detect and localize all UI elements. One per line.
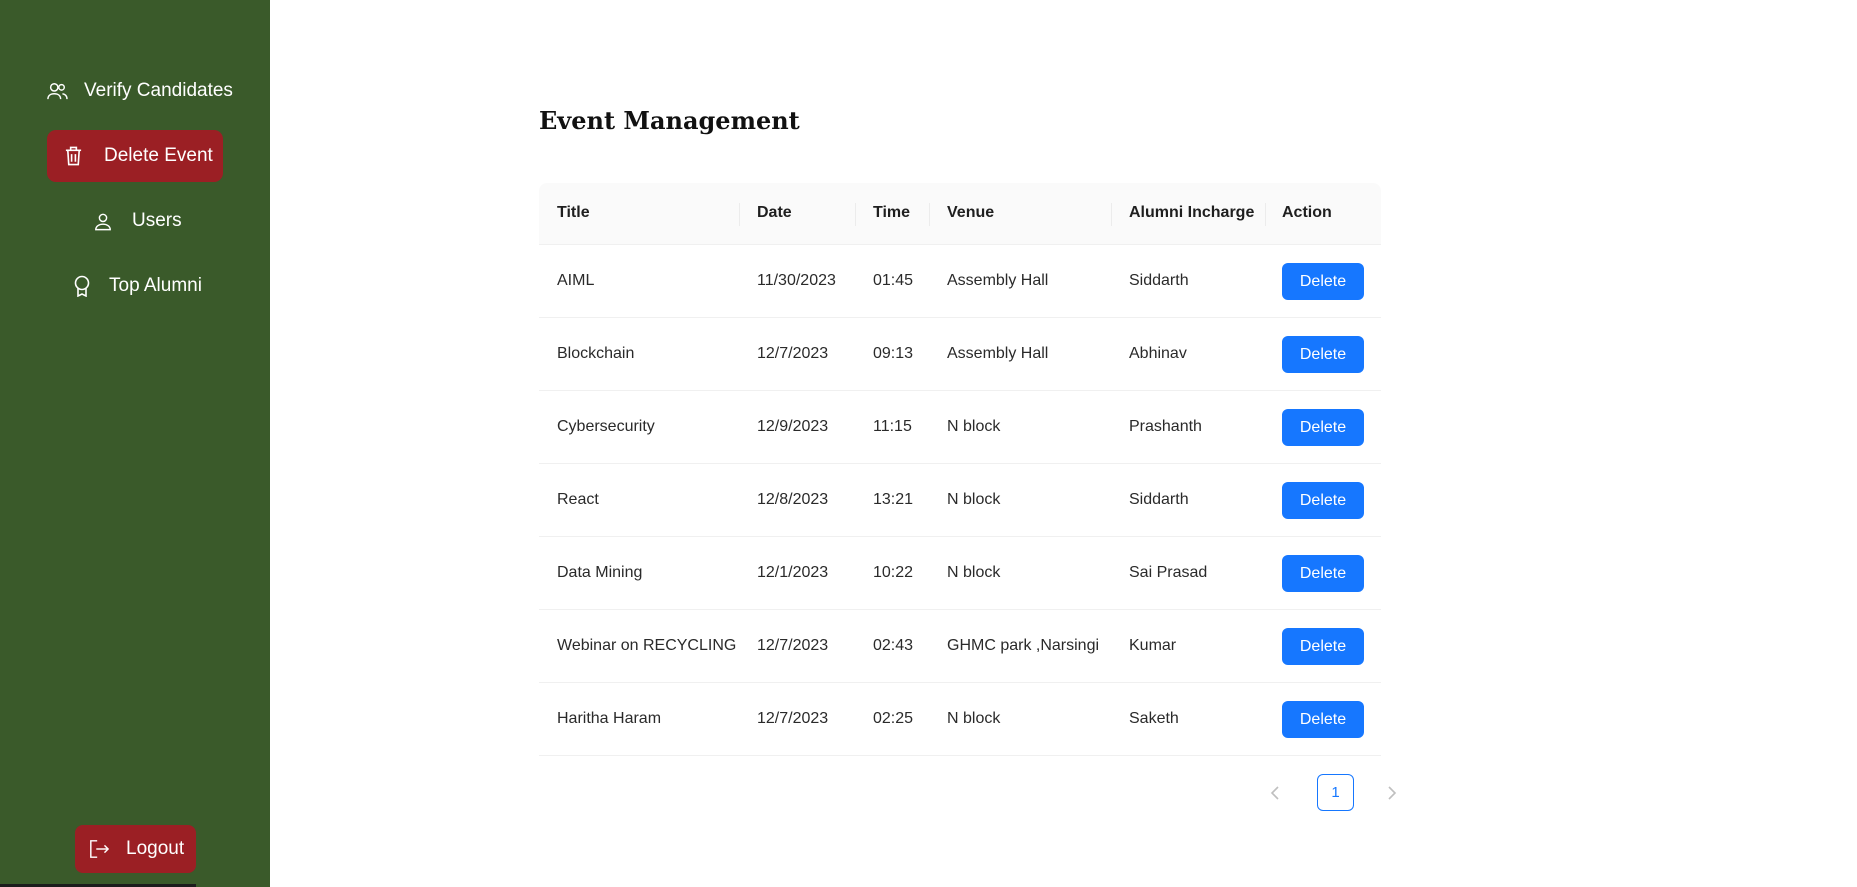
logout-label: Logout [126,838,185,859]
cell-venue: N block [947,491,1001,508]
logout-icon [90,840,110,858]
page-title: Event Management [539,106,800,135]
cell-date: 12/7/2023 [757,637,829,654]
column-divider [1111,203,1112,226]
column-header-alumni-incharge: Alumni Incharge [1129,204,1255,221]
column-divider [855,203,856,226]
pagination: 1 [1259,774,1408,811]
sidebar-item-label: Delete Event [104,145,213,166]
cell-time: 09:13 [873,345,914,362]
delete-button[interactable]: Delete [1282,628,1364,665]
cell-alumni-incharge: Siddarth [1129,272,1189,289]
table-row: Haritha Haram 12/7/2023 02:25 N block Sa… [539,683,1381,756]
column-header-action: Action [1282,204,1332,221]
cell-alumni-incharge: Abhinav [1129,345,1187,362]
cell-venue: N block [947,418,1001,435]
cell-time: 13:21 [873,491,914,508]
cell-venue: GHMC park ,Narsingi [947,637,1100,654]
cell-date: 11/30/2023 [757,272,836,289]
column-header-venue: Venue [947,204,995,221]
cell-title: Data Mining [557,564,643,581]
cell-time: 11:15 [873,418,912,435]
cell-title: Haritha Haram [557,710,662,727]
cell-date: 12/7/2023 [757,345,829,362]
cell-alumni-incharge: Kumar [1129,637,1177,654]
table-row: React 12/8/2023 13:21 N block Siddarth D… [539,464,1381,537]
column-header-time: Time [873,204,911,221]
table-row: Webinar on RECYCLING 12/7/2023 02:43 GHM… [539,610,1381,683]
cell-alumni-incharge: Prashanth [1129,418,1202,435]
user-icon [95,213,111,230]
table-row: AIML 11/30/2023 01:45 Assembly Hall Sidd… [539,245,1381,318]
table-row: Data Mining 12/1/2023 10:22 N block Sai … [539,537,1381,610]
chevron-right-icon[interactable] [1376,777,1408,809]
delete-button[interactable]: Delete [1282,555,1364,592]
cell-time: 10:22 [873,564,914,581]
delete-button[interactable]: Delete [1282,482,1364,519]
cell-title: Cybersecurity [557,418,655,435]
sidebar-item-top-alumni[interactable]: Top Alumni [73,273,202,299]
column-divider [929,203,930,226]
sidebar-item-users[interactable]: Users [94,208,182,234]
cell-time: 02:25 [873,710,914,727]
cell-date: 12/7/2023 [757,710,829,727]
sidebar-item-label: Verify Candidates [84,80,233,101]
cell-title: React [557,491,599,508]
trash-icon [65,146,82,166]
table-header: Title Date Time Venue Alumni Incharge Ac… [539,183,1381,245]
cell-time: 02:43 [873,637,914,654]
cell-title: AIML [557,272,595,289]
delete-button[interactable]: Delete [1282,263,1364,300]
table-row: Blockchain 12/7/2023 09:13 Assembly Hall… [539,318,1381,391]
logout-button[interactable]: Logout [75,825,196,873]
delete-button[interactable]: Delete [1282,701,1364,738]
column-header-date: Date [757,204,792,221]
column-divider [739,203,740,226]
cell-alumni-incharge: Siddarth [1129,491,1189,508]
sidebar-item-label: Users [132,210,182,231]
delete-button[interactable]: Delete [1282,336,1364,373]
cell-title: Blockchain [557,345,635,362]
cell-time: 01:45 [873,272,914,289]
users-icon [47,83,68,100]
chevron-left-icon[interactable] [1259,777,1291,809]
sidebar-item-label: Top Alumni [109,275,202,296]
cell-venue: N block [947,710,1001,727]
table-row: Cybersecurity 12/9/2023 11:15 N block Pr… [539,391,1381,464]
cell-date: 12/1/2023 [757,564,829,581]
cell-venue: N block [947,564,1001,581]
delete-button[interactable]: Delete [1282,409,1364,446]
sidebar: Verify Candidates Delete Event Users Top… [0,0,270,887]
cell-date: 12/9/2023 [757,418,829,435]
column-header-title: Title [557,204,590,221]
cell-venue: Assembly Hall [947,272,1049,289]
page-button-current[interactable]: 1 [1317,774,1354,811]
cell-date: 12/8/2023 [757,491,829,508]
cell-alumni-incharge: Saketh [1129,710,1179,727]
events-table: Title Date Time Venue Alumni Incharge Ac… [539,183,1381,756]
cell-venue: Assembly Hall [947,345,1049,362]
cell-alumni-incharge: Sai Prasad [1129,564,1208,581]
award-icon [74,275,90,297]
sidebar-item-verify-candidates[interactable]: Verify Candidates [46,78,233,104]
cell-title: Webinar on RECYCLING [557,637,737,654]
sidebar-item-delete-event[interactable]: Delete Event [47,130,223,182]
column-divider [1265,203,1266,226]
